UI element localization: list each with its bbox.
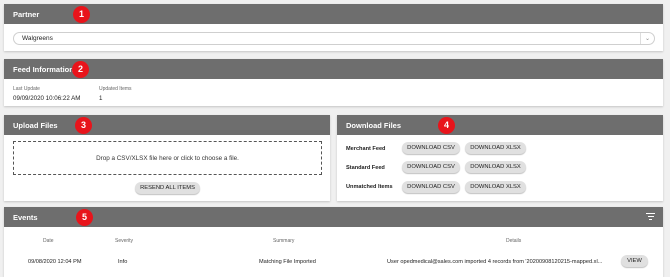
feed-information-title: Feed Information [13,64,74,74]
file-dropzone[interactable]: Drop a CSV/XLSX file here or click to ch… [13,141,322,175]
feed-information-panel: Feed Information 2 Last Update 09/09/202… [4,59,663,106]
annotation-badge-4: 4 [438,116,455,134]
standard-feed-label: Standard Feed [346,165,385,171]
download-files-panel: Download Files 4 Merchant Feed DOWNLOAD … [337,115,663,201]
annotation-badge-3: 3 [75,116,92,134]
events-title: Events [13,212,38,222]
events-panel: Events 5 Date Severity Summary Details 0… [4,207,663,277]
column-header-severity[interactable]: Severity [115,238,133,244]
standard-download-xlsx-button[interactable]: DOWNLOAD XLSX [465,161,526,173]
chevron-down-icon[interactable]: ⌄ [640,33,654,44]
partner-panel: Partner 1 Walgreens ⌄ [4,4,663,51]
resend-all-items-button[interactable]: RESEND ALL ITEMS [135,182,200,194]
filter-icon[interactable] [646,213,655,222]
partner-header: Partner 1 [4,4,663,24]
feed-information-header: Feed Information 2 [4,59,663,79]
event-summary: Matching File Imported [259,259,316,265]
upload-files-title: Upload Files [13,120,58,130]
column-header-details[interactable]: Details [506,238,521,244]
unmatched-download-csv-button[interactable]: DOWNLOAD CSV [402,181,460,193]
annotation-badge-5: 5 [76,208,93,226]
partner-title: Partner [13,9,40,19]
download-files-title: Download Files [346,120,402,130]
upload-files-header: Upload Files 3 [4,115,330,135]
partner-select[interactable]: Walgreens ⌄ [13,32,655,45]
merchant-feed-label: Merchant Feed [346,146,386,152]
event-details: User opedmedical@sales.com imported 4 re… [387,259,603,265]
download-files-header: Download Files 4 [337,115,663,135]
partner-select-value: Walgreens [22,35,53,42]
updated-items-value: 1 [99,95,103,102]
event-date: 09/08/2020 12:04 PM [28,259,82,265]
last-update-label: Last Update [13,86,40,92]
event-severity: Info [118,259,128,265]
view-button[interactable]: VIEW [621,255,648,267]
last-update-value: 09/09/2020 10:06:22 AM [13,95,81,102]
updated-items-label: Updated Items [99,86,132,92]
column-header-date[interactable]: Date [43,238,54,244]
last-update-field: Last Update 09/09/2020 10:06:22 AM [13,86,80,102]
events-header: Events 5 [4,207,663,227]
unmatched-items-label: Unmatched Items [346,184,393,190]
merchant-download-xlsx-button[interactable]: DOWNLOAD XLSX [465,142,526,154]
annotation-badge-1: 1 [73,5,90,23]
merchant-download-csv-button[interactable]: DOWNLOAD CSV [402,142,460,154]
unmatched-download-xlsx-button[interactable]: DOWNLOAD XLSX [465,181,526,193]
standard-download-csv-button[interactable]: DOWNLOAD CSV [402,161,460,173]
updated-items-field: Updated Items 1 [99,86,132,102]
column-header-summary[interactable]: Summary [273,238,294,244]
upload-files-panel: Upload Files 3 Drop a CSV/XLSX file here… [4,115,330,201]
annotation-badge-2: 2 [72,60,89,78]
